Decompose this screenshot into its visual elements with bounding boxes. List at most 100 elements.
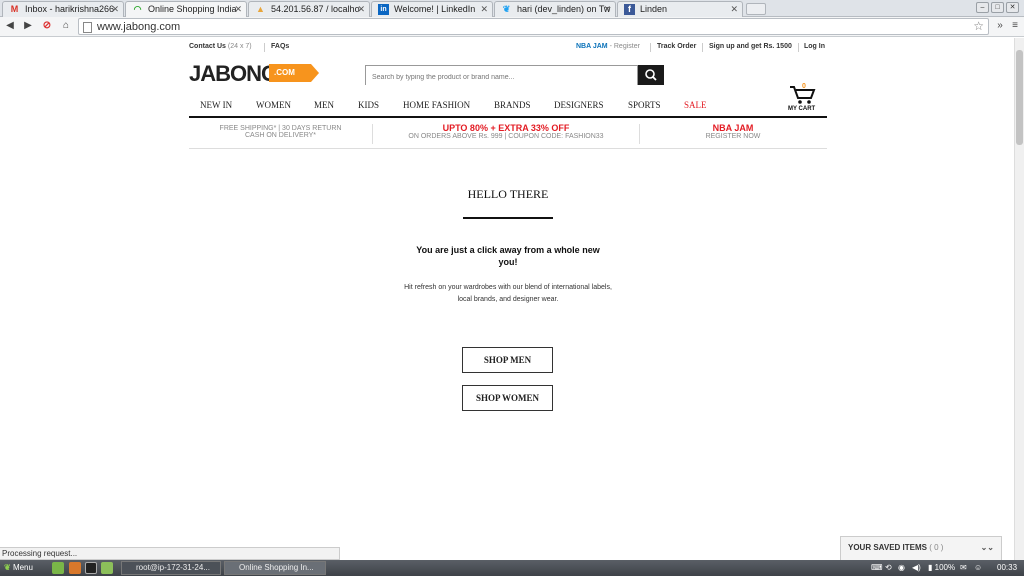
search-input[interactable] (366, 68, 637, 87)
contact-hours: (24 x 7) (227, 43, 252, 50)
logo-text: JABONG (189, 61, 278, 86)
shipping-promo-line2: CASH ON DELIVERY* (244, 132, 317, 139)
close-icon[interactable]: ✕ (234, 2, 242, 16)
nav-designers[interactable]: DESIGNERS (554, 100, 604, 110)
keyboard-icon[interactable]: ⌨ (871, 561, 883, 575)
nba-jam-promo[interactable]: NBA JAM REGISTER NOW (640, 123, 826, 140)
faqs-link[interactable]: FAQs (271, 43, 289, 50)
register-label: - Register (609, 43, 640, 50)
welcome-subtitle: You are just a click away from a whole n… (416, 245, 600, 267)
tab-jabong[interactable]: ◠ Online Shopping India ✕ (125, 1, 247, 17)
menu-icon[interactable]: ≡ (1008, 19, 1022, 33)
forward-icon[interactable]: ▶ (21, 19, 35, 33)
offer-promo[interactable]: UPTO 80% + EXTRA 33% OFF ON ORDERS ABOVE… (373, 123, 639, 140)
shipping-promo[interactable]: FREE SHIPPING* | 30 DAYS RETURN CASH ON … (189, 125, 372, 139)
chevron-down-icon[interactable]: ⌄⌄ (981, 537, 994, 559)
battery-indicator[interactable]: ▮ 100% (928, 561, 955, 575)
battery-percent: 100% (934, 563, 956, 572)
nba-jam-promo-cta: REGISTER NOW (705, 133, 761, 140)
taskbar-terminal-window[interactable]: root@ip-172-31-24... (121, 561, 221, 575)
track-order-link[interactable]: Track Order (657, 43, 696, 50)
contact-us-link[interactable]: Contact Us (24 x 7) (189, 43, 252, 50)
extensions-chevron-icon[interactable]: » (993, 19, 1007, 33)
tab-linkedin[interactable]: in Welcome! | LinkedIn ✕ (371, 1, 493, 17)
back-icon[interactable]: ◀ (3, 19, 17, 33)
scrollbar-thumb[interactable] (1016, 50, 1023, 145)
os-taskbar: ❦ Menu root@ip-172-31-24... Online Shopp… (0, 560, 1024, 576)
divider (798, 43, 799, 52)
signup-link[interactable]: Sign up and get Rs. 1500 (709, 43, 792, 50)
nba-jam-label: NBA JAM (576, 43, 608, 50)
firefox-icon[interactable] (69, 562, 81, 574)
tab-label: Online Shopping India (148, 4, 237, 14)
nav-sale[interactable]: SALE (684, 100, 707, 110)
browser-status-bar: Processing request... (0, 547, 340, 560)
promo-divider (189, 148, 827, 149)
phpmyadmin-icon: ▲ (256, 4, 265, 14)
welcome-body: Hit refresh on your wardrobes with our b… (404, 284, 612, 303)
tab-twitter[interactable]: ❦ hari (dev_linden) on Tw ✕ (494, 1, 616, 17)
cart-label: MY CART (788, 106, 816, 112)
facebook-icon: f (624, 4, 635, 15)
close-icon[interactable]: ✕ (111, 2, 119, 16)
offer-promo-coupon: COUPON CODE: FASHION33 (508, 133, 604, 140)
address-bar[interactable]: www.jabong.com ☆ (78, 18, 989, 35)
close-icon[interactable]: ✕ (730, 2, 738, 16)
show-desktop-icon[interactable] (52, 562, 64, 574)
nav-men[interactable]: MEN (314, 100, 334, 110)
nav-new-in[interactable]: NEW IN (200, 100, 232, 110)
tab-phpmyadmin[interactable]: ▲ 54.201.56.87 / localho ✕ (248, 1, 370, 17)
search-field[interactable] (365, 65, 638, 87)
shop-women-button[interactable]: SHOP WOMEN (462, 385, 553, 411)
tab-facebook[interactable]: f Linden ✕ (617, 1, 743, 17)
update-icon[interactable]: ⟲ (885, 561, 892, 575)
minimize-button[interactable]: – (976, 2, 989, 13)
nav-home-fashion[interactable]: HOME FASHION (403, 100, 470, 110)
contact-label: Contact Us (189, 43, 226, 50)
new-tab-button[interactable] (746, 3, 766, 15)
stop-icon[interactable]: ⊘ (40, 19, 54, 33)
my-cart-button[interactable]: 0 MY CART (785, 83, 825, 115)
nav-brands[interactable]: BRANDS (494, 100, 531, 110)
offer-promo-minimum: ON ORDERS ABOVE Rs. 999 | (408, 133, 507, 140)
start-menu-button[interactable]: ❦ Menu (4, 561, 33, 575)
close-icon[interactable]: ✕ (480, 2, 488, 16)
terminal-icon[interactable] (85, 562, 97, 574)
divider (264, 43, 265, 52)
divider (650, 43, 651, 52)
saved-items-count: ( 0 ) (929, 543, 944, 552)
taskbar-chrome-window[interactable]: Online Shopping In... (224, 561, 326, 575)
browser-toolbar: ◀ ▶ ⊘ ⌂ www.jabong.com ☆ » ≡ (0, 17, 1024, 37)
clock[interactable]: 00:33 (997, 561, 1017, 575)
taskbar-terminal-label: root@ip-172-31-24... (136, 563, 210, 572)
nav-sports[interactable]: SPORTS (628, 100, 660, 110)
nba-jam-link[interactable]: NBA JAM - Register (576, 43, 640, 50)
tab-gmail[interactable]: M Inbox - harikrishna266 ✕ (2, 1, 124, 17)
url-text: www.jabong.com (97, 21, 181, 33)
mint-logo-icon: ❦ (4, 563, 11, 572)
saved-items-panel[interactable]: YOUR SAVED ITEMS ( 0 ) ⌄⌄ (840, 536, 1002, 560)
page-icon (83, 22, 92, 33)
taskbar-chrome-label: Online Shopping In... (239, 563, 314, 572)
scrollbar[interactable] (1014, 38, 1024, 560)
nav-women[interactable]: WOMEN (256, 100, 291, 110)
search-icon (645, 69, 657, 81)
nav-kids[interactable]: KIDS (358, 100, 379, 110)
twitter-icon: ❦ (502, 4, 511, 14)
bookmark-star-icon[interactable]: ☆ (973, 19, 984, 33)
volume-icon[interactable]: ◀) (912, 561, 921, 575)
window-close-button[interactable]: ✕ (1006, 2, 1019, 13)
wifi-icon[interactable]: ◉ (898, 561, 905, 575)
maximize-button[interactable]: □ (991, 2, 1004, 13)
close-icon[interactable]: ✕ (357, 2, 365, 16)
home-icon[interactable]: ⌂ (59, 19, 73, 33)
file-manager-icon[interactable] (101, 562, 113, 574)
logo-badge: .COM (269, 64, 319, 82)
login-link[interactable]: Log In (804, 43, 825, 50)
notifications-icon[interactable]: ✉ (960, 561, 967, 575)
search-button[interactable] (638, 65, 664, 85)
shipping-promo-line1: FREE SHIPPING* | 30 DAYS RETURN (219, 125, 342, 132)
close-icon[interactable]: ✕ (603, 2, 611, 16)
user-icon[interactable]: ☺ (974, 561, 982, 575)
shop-men-button[interactable]: SHOP MEN (462, 347, 553, 373)
